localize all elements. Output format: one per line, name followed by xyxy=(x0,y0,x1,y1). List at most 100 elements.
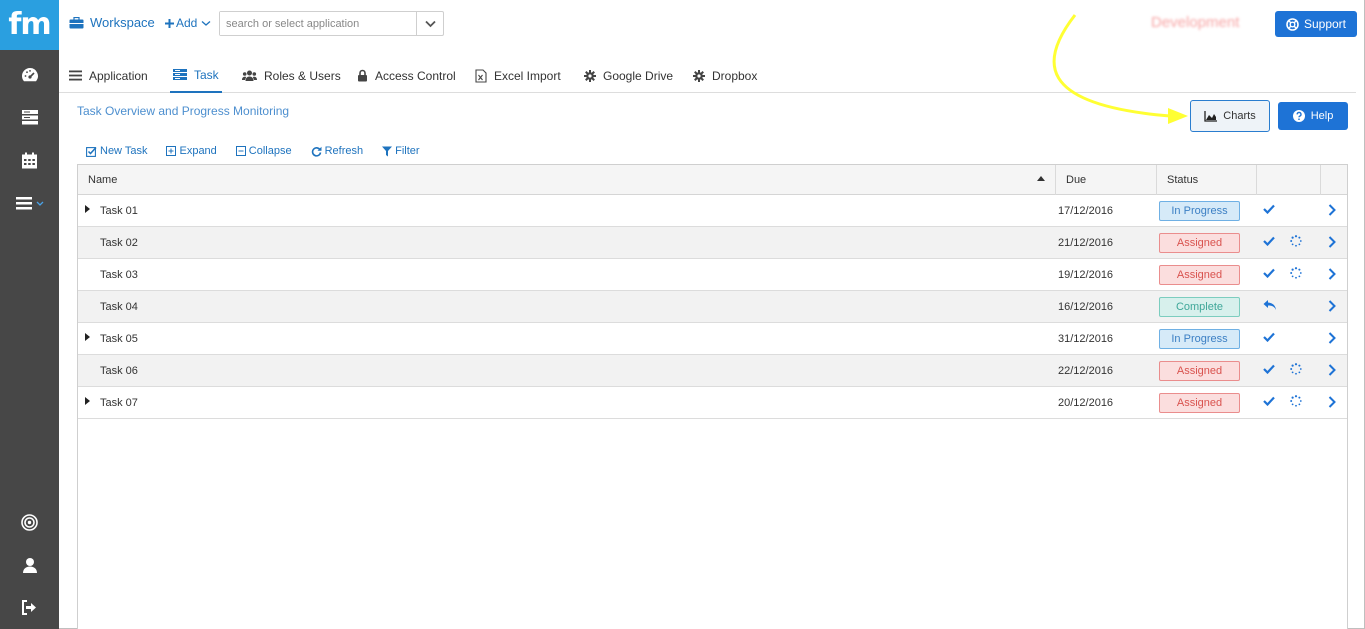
tab-access-control[interactable]: Access Control xyxy=(357,58,456,93)
chevron-right-icon[interactable] xyxy=(1328,332,1336,347)
search-dropdown-button[interactable] xyxy=(416,12,443,35)
database-icon[interactable] xyxy=(0,102,59,132)
reply-icon[interactable] xyxy=(1263,299,1277,314)
filter-button[interactable]: Filter xyxy=(382,145,420,157)
logout-icon[interactable] xyxy=(0,592,59,622)
task-due-date: 20/12/2016 xyxy=(1058,396,1114,409)
app-logo[interactable]: fm xyxy=(0,0,59,50)
excel-file-icon xyxy=(475,68,487,83)
chevron-down-icon xyxy=(201,20,211,26)
tab-label: Dropbox xyxy=(712,68,758,83)
minus-square-icon xyxy=(235,146,246,156)
tab-label: Google Drive xyxy=(603,68,674,83)
add-button[interactable]: Add xyxy=(165,16,211,30)
plus-icon xyxy=(165,18,174,28)
check-icon[interactable] xyxy=(1263,331,1275,345)
search-input[interactable] xyxy=(220,12,416,35)
spinner-icon[interactable] xyxy=(1290,267,1302,282)
status-badge: Assigned xyxy=(1159,233,1240,253)
task-name: Task 02 xyxy=(100,236,138,249)
refresh-button[interactable]: Refresh xyxy=(311,145,364,157)
filter-icon xyxy=(382,146,393,156)
task-name: Task 03 xyxy=(100,268,138,281)
grid-toolbar: New Task Expand Collapse Refresh Filter xyxy=(86,144,439,158)
expand-row-icon[interactable] xyxy=(85,397,91,405)
status-badge: Assigned xyxy=(1159,265,1240,285)
column-header-name[interactable]: Name xyxy=(78,165,1056,195)
table-row[interactable]: Task 01 17/12/2016 In Progress xyxy=(78,195,1347,227)
task-name: Task 07 xyxy=(100,396,138,409)
calendar-icon[interactable] xyxy=(0,145,59,175)
column-header-due[interactable]: Due xyxy=(1056,165,1157,195)
support-button[interactable]: Support xyxy=(1275,11,1357,37)
new-task-label: New Task xyxy=(100,145,148,157)
column-label: Name xyxy=(88,174,118,186)
charts-button[interactable]: Charts xyxy=(1190,100,1270,132)
check-icon[interactable] xyxy=(1263,395,1275,409)
tab-task[interactable]: Task xyxy=(170,58,222,93)
check-icon[interactable] xyxy=(1263,235,1275,249)
chevron-right-icon[interactable] xyxy=(1328,236,1336,251)
chevron-right-icon[interactable] xyxy=(1328,300,1336,315)
expand-button[interactable]: Expand xyxy=(166,145,217,157)
table-row[interactable]: Task 07 20/12/2016 Assigned xyxy=(78,387,1347,419)
collapse-label: Collapse xyxy=(248,145,292,157)
tab-excel-import[interactable]: Excel Import xyxy=(475,58,561,93)
expand-row-icon[interactable] xyxy=(85,205,91,213)
tab-label: Access Control xyxy=(375,68,456,83)
sidebar: fm xyxy=(0,0,59,629)
task-due-date: 19/12/2016 xyxy=(1058,268,1114,281)
tab-application[interactable]: Application xyxy=(69,58,148,93)
tab-label: Roles & Users xyxy=(264,68,341,83)
lock-icon xyxy=(358,69,367,82)
expand-row-icon[interactable] xyxy=(85,333,91,341)
users-icon xyxy=(242,70,257,81)
table-row[interactable]: Task 04 16/12/2016 Complete xyxy=(78,291,1347,323)
area-chart-icon xyxy=(1204,110,1218,122)
status-badge: Assigned xyxy=(1159,361,1240,381)
check-icon[interactable] xyxy=(1263,363,1275,377)
charts-label: Charts xyxy=(1223,110,1256,122)
spinner-icon[interactable] xyxy=(1290,363,1302,378)
tab-label: Excel Import xyxy=(494,68,561,83)
chevron-right-icon[interactable] xyxy=(1328,396,1336,411)
status-badge: In Progress xyxy=(1159,329,1240,349)
chevron-right-icon[interactable] xyxy=(1328,268,1336,283)
collapse-button[interactable]: Collapse xyxy=(235,145,292,157)
table-row[interactable]: Task 03 19/12/2016 Assigned xyxy=(78,259,1347,291)
add-label: Add xyxy=(176,16,198,30)
tab-google-drive[interactable]: Google Drive xyxy=(584,58,673,93)
tab-roles-users[interactable]: Roles & Users xyxy=(242,58,341,93)
dashboard-icon[interactable] xyxy=(0,60,59,90)
target-icon[interactable] xyxy=(0,507,59,537)
help-label: Help xyxy=(1310,110,1334,122)
check-icon[interactable] xyxy=(1263,203,1275,217)
expand-label: Expand xyxy=(179,145,217,157)
spinner-icon[interactable] xyxy=(1290,235,1302,250)
chevron-right-icon[interactable] xyxy=(1328,204,1336,219)
column-header-status[interactable]: Status xyxy=(1157,165,1257,195)
sort-ascending-icon xyxy=(1037,176,1045,181)
task-due-date: 17/12/2016 xyxy=(1058,204,1114,217)
table-row[interactable]: Task 02 21/12/2016 Assigned xyxy=(78,227,1347,259)
column-header-actions xyxy=(1257,165,1321,195)
refresh-icon xyxy=(311,146,322,157)
task-name: Task 01 xyxy=(100,204,138,217)
chevron-right-icon[interactable] xyxy=(1328,364,1336,379)
help-button[interactable]: Help xyxy=(1278,102,1348,130)
workspace-link[interactable]: Workspace xyxy=(69,15,155,30)
refresh-label: Refresh xyxy=(324,145,364,157)
new-task-button[interactable]: New Task xyxy=(86,145,147,157)
grid-header: Name Due Status xyxy=(78,165,1347,195)
table-row[interactable]: Task 05 31/12/2016 In Progress xyxy=(78,323,1347,355)
check-icon[interactable] xyxy=(1263,267,1275,281)
spinner-icon[interactable] xyxy=(1290,395,1302,410)
user-icon[interactable] xyxy=(0,550,59,580)
table-row[interactable]: Task 06 22/12/2016 Assigned xyxy=(78,355,1347,387)
chevron-down-icon xyxy=(424,20,436,27)
tab-dropbox[interactable]: Dropbox xyxy=(693,58,757,93)
status-badge: Assigned xyxy=(1159,393,1240,413)
question-circle-icon xyxy=(1292,110,1305,122)
filter-label: Filter xyxy=(395,145,420,157)
menu-icon[interactable] xyxy=(0,188,59,218)
